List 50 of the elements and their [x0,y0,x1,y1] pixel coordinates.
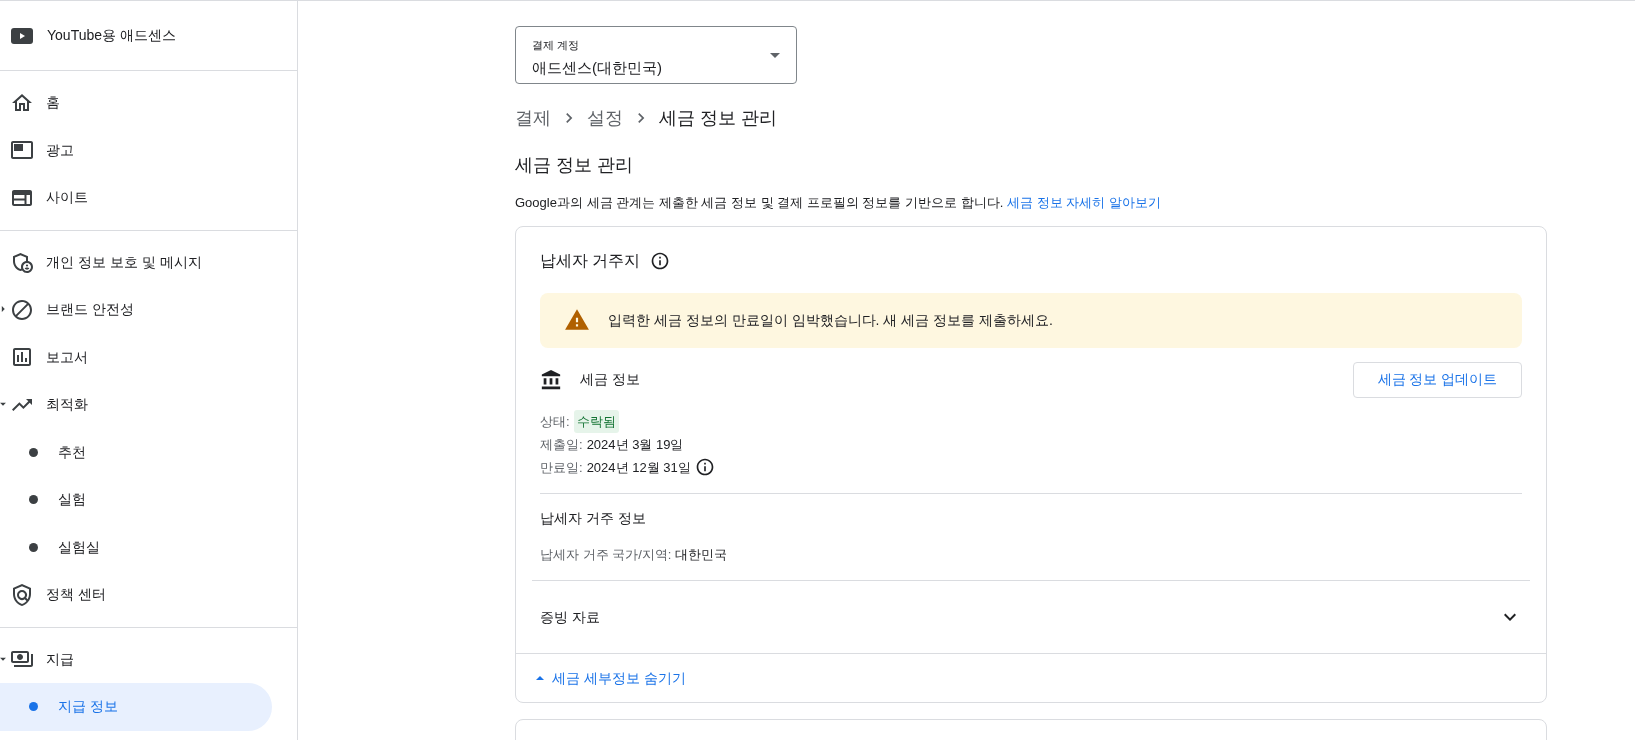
card-title: 납세자 거주지 [540,250,641,271]
field-label: 납세자 거주 국가/지역: [540,545,672,564]
field-label: 제출일: [540,435,583,454]
warning-icon [564,307,590,333]
person-shield-icon [10,250,34,275]
bank-icon [540,368,562,391]
documents-expander[interactable]: 증빙 자료 [516,581,1546,653]
sidebar-item[interactable]: 개인 정보 보호 및 메시지 [0,238,272,286]
breadcrumb-link[interactable]: 설정 [587,104,623,132]
sidebar-item[interactable]: 최적화 [0,381,272,429]
sidebar-subitem[interactable]: 실험 [0,476,272,524]
update-tax-info-button[interactable]: 세금 정보 업데이트 [1353,361,1522,398]
app-title: YouTube용 애드센스 [47,26,176,45]
field-value: 2024년 3월 19일 [586,435,684,454]
sidebar-subitem[interactable]: 실험실 [0,523,272,571]
billing-account-select[interactable]: 결제 계정 애드센스(대한민국) [515,26,797,84]
sidebar-item[interactable]: 광고 [0,126,272,174]
learn-more-link[interactable]: 세금 정보 자세히 알아보기 [1006,195,1161,210]
page-title: 세금 정보 관리 [515,154,634,177]
bullet-icon [29,542,38,552]
status-chip: 수락됨 [573,409,619,433]
section-title: 세금 정보 [580,370,640,389]
breadcrumb-link[interactable]: 세금 정보 관리 [659,104,777,132]
prohibited-icon [10,297,34,322]
hide-details-link[interactable]: 세금 세부정보 숨기기 [536,667,686,689]
shield-search-icon [10,582,34,607]
sidebar-subitem[interactable]: 지급 정보 [0,683,272,731]
sidebar-item[interactable]: 홈 [0,79,272,127]
sidebar-item[interactable]: 정책 센터 [0,571,272,619]
bullet-icon [29,447,38,457]
sidebar-item[interactable]: 보고서 [0,333,272,381]
caret-up-icon [536,676,544,680]
sidebar-subitem[interactable]: 추천 [0,428,272,476]
bullet-icon [29,702,38,712]
sidebar-item[interactable]: 사이트 [0,174,272,222]
sidebar-item[interactable]: 지급 [0,635,272,683]
bullet-icon [29,495,38,505]
field-value: 대한민국 [675,545,728,564]
dropdown-arrow-icon [770,53,780,58]
warning-text: 입력한 세금 정보의 만료일이 임박했습니다. 새 세금 정보를 제출하세요. [608,310,1053,330]
info-icon [694,457,715,477]
description-text: Google과의 세금 관계는 제출한 세금 정보 및 결제 프로필의 정보를 기반으로 합니다. 세금 정보 자세히 알아보기 [515,194,1162,212]
sidebar-item[interactable]: 브랜드 안전성 [0,286,272,334]
section-title: 납세자 거주 정보 [540,508,647,528]
info-icon [650,250,671,271]
video-play-icon [11,27,33,44]
field-value: 2024년 12월 31일 [586,458,691,477]
field-label: 만료일: [540,458,583,477]
breadcrumb-link[interactable]: 결제 [515,104,551,132]
field-label: 상태: [540,412,570,431]
